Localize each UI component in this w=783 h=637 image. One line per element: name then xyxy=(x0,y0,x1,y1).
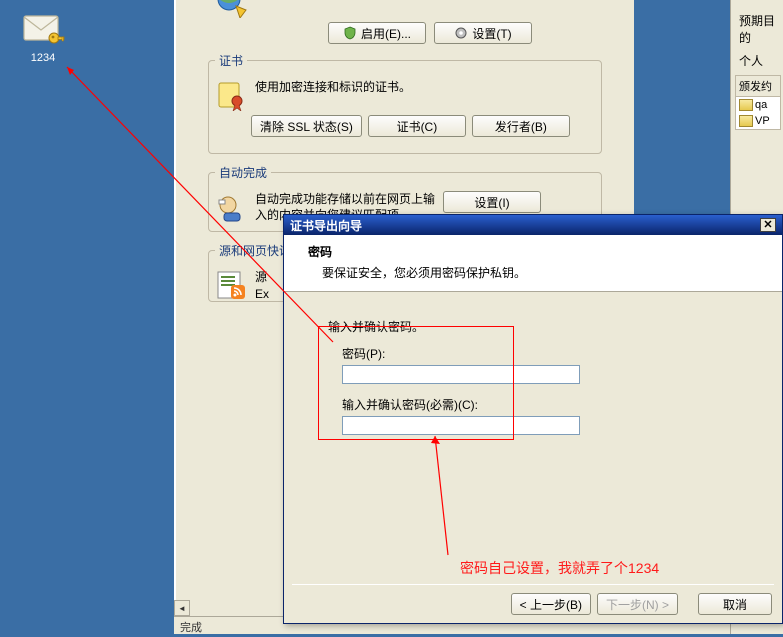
globe-shield-icon xyxy=(216,0,248,18)
wizard-footer: < 上一步(B) 下一步(N) > 取消 xyxy=(284,585,782,623)
cert-row[interactable]: VP xyxy=(736,113,780,129)
right-panel-header: 预期目的 xyxy=(731,6,783,50)
clear-ssl-label: 清除 SSL 状态(S) xyxy=(260,118,353,135)
cert-list: 颁发约 qa VP xyxy=(735,75,781,130)
enable-button[interactable]: 启用(E)... xyxy=(328,22,426,44)
wizard-titlebar[interactable]: 证书导出向导 ✕ xyxy=(284,215,782,235)
next-label: 下一步(N) > xyxy=(606,596,669,613)
wizard-prompt: 输入并确认密码。 xyxy=(328,318,748,335)
certificates-legend: 证书 xyxy=(215,52,247,69)
certs-button[interactable]: 证书(C) xyxy=(368,115,466,137)
autocomplete-legend: 自动完成 xyxy=(215,164,271,181)
settings-top-button[interactable]: 设置(T) xyxy=(434,22,532,44)
cancel-label: 取消 xyxy=(723,596,747,613)
publishers-label: 发行者(B) xyxy=(495,118,547,135)
confirm-password-label: 输入并确认密码(必需)(C): xyxy=(342,396,748,413)
wizard-header: 密码 要保证安全，您必须用密码保护私钥。 xyxy=(284,235,782,292)
back-label: < 上一步(B) xyxy=(520,596,582,613)
autocomplete-settings-label: 设置(I) xyxy=(474,194,509,211)
autocomplete-icon xyxy=(215,191,247,223)
wizard-subheading: 要保证安全，您必须用密码保护私钥。 xyxy=(308,264,762,281)
desktop-file-label: 1234 xyxy=(18,52,68,64)
envelope-key-icon xyxy=(21,8,65,48)
publishers-button[interactable]: 发行者(B) xyxy=(472,115,570,137)
cert-export-wizard: 证书导出向导 ✕ 密码 要保证安全，您必须用密码保护私钥。 输入并确认密码。 密… xyxy=(283,214,783,624)
enable-button-label: 启用(E)... xyxy=(361,25,411,42)
settings-top-label: 设置(T) xyxy=(472,25,511,42)
certs-label: 证书(C) xyxy=(397,118,438,135)
clear-ssl-button[interactable]: 清除 SSL 状态(S) xyxy=(251,115,362,137)
certificates-section: 证书 使用加密连接和标识的证书。 清除 SSL 状态(S) 证书(C) 发行者(… xyxy=(208,52,602,154)
shield-icon xyxy=(343,26,357,40)
password-field[interactable] xyxy=(342,365,580,384)
right-panel-personal: 个人 xyxy=(731,50,783,71)
content-advisor-desc: 分级系统可帮助您控制在该计算机上看到的 Internet 内容。 xyxy=(256,0,610,2)
next-button: 下一步(N) > xyxy=(597,593,678,615)
wizard-heading: 密码 xyxy=(308,243,762,260)
autocomplete-settings-button[interactable]: 设置(I) xyxy=(443,191,541,213)
confirm-password-field[interactable] xyxy=(342,416,580,435)
gear-icon xyxy=(454,26,468,40)
scroll-left-button[interactable]: ◄ xyxy=(174,600,190,616)
mini-cert-icon xyxy=(739,99,753,111)
certificates-desc: 使用加密连接和标识的证书。 xyxy=(255,79,595,95)
close-icon[interactable]: ✕ xyxy=(760,218,776,232)
mini-cert-icon xyxy=(739,115,753,127)
cert-row[interactable]: qa xyxy=(736,97,780,113)
feeds-icon xyxy=(215,269,247,301)
cancel-button[interactable]: 取消 xyxy=(698,593,772,615)
certificate-icon xyxy=(215,79,247,111)
wizard-body: 输入并确认密码。 密码(P): 输入并确认密码(必需)(C): xyxy=(284,292,782,584)
back-button[interactable]: < 上一步(B) xyxy=(511,593,591,615)
password-label: 密码(P): xyxy=(342,345,748,362)
wizard-title: 证书导出向导 xyxy=(290,217,362,234)
cert-list-header[interactable]: 颁发约 xyxy=(736,76,780,97)
desktop-file-icon[interactable]: 1234 xyxy=(18,8,68,64)
